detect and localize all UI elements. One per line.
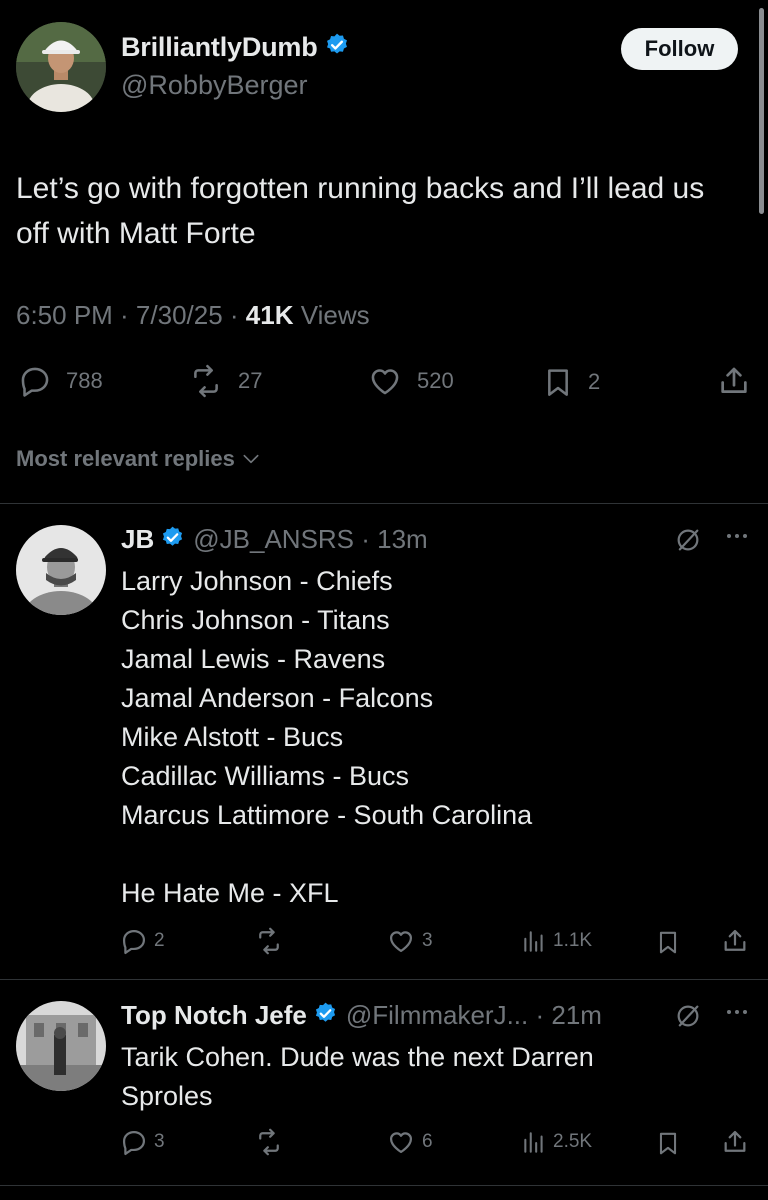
views-icon <box>524 1132 543 1153</box>
share-button[interactable] <box>721 1128 749 1156</box>
author-avatar[interactable] <box>16 22 106 112</box>
views-count: 2.5K <box>553 1131 593 1152</box>
share-icon <box>721 367 747 393</box>
main-tweet: BrilliantlyDumb @RobbyBerger Follow Let’… <box>0 0 768 503</box>
reply-count: 2 <box>154 930 165 951</box>
verified-badge-icon <box>324 32 350 63</box>
reply-button[interactable]: 2 <box>120 927 165 955</box>
grok-icon[interactable] <box>674 526 702 559</box>
author-name-row[interactable]: BrilliantlyDumb <box>121 32 350 63</box>
views-icon <box>524 931 543 952</box>
reply-avatar[interactable] <box>16 1001 106 1091</box>
like-count: 520 <box>417 368 454 393</box>
reply-handle-time[interactable]: @FilmmakerJ... · 21m <box>346 1000 602 1031</box>
bookmark-button[interactable] <box>655 927 681 957</box>
views-button[interactable]: 1.1K <box>521 927 592 955</box>
like-button[interactable]: 3 <box>386 927 433 955</box>
chevron-down-icon <box>243 454 259 464</box>
repost-button[interactable]: 27 <box>188 364 262 398</box>
reply-item[interactable]: Top Notch Jefe @FilmmakerJ... · 21m Tari… <box>0 980 768 1185</box>
tweet-actions: 788 27 520 2 <box>0 362 768 402</box>
repost-icon <box>194 364 218 398</box>
bookmark-button[interactable] <box>655 1128 681 1158</box>
reply-icon <box>122 929 146 955</box>
repost-icon <box>259 927 279 955</box>
share-icon <box>724 1130 746 1152</box>
share-button[interactable] <box>717 364 751 398</box>
reply-header: JB @JB_ANSRS · 13m <box>121 524 428 555</box>
author-display-name[interactable]: BrilliantlyDumb <box>121 32 318 63</box>
bookmark-icon <box>548 369 568 396</box>
views-count: 1.1K <box>553 930 593 951</box>
views-label: Views <box>293 300 370 330</box>
repost-count: 27 <box>238 368 263 393</box>
reply-header: Top Notch Jefe @FilmmakerJ... · 21m <box>121 1000 602 1031</box>
bookmark-icon <box>659 1132 677 1155</box>
reply-count: 788 <box>66 368 103 393</box>
reply-handle-time[interactable]: @JB_ANSRS · 13m <box>193 524 427 555</box>
like-icon <box>371 369 399 395</box>
reply-icon <box>21 367 49 397</box>
tweet-text: Let’s go with forgotten running backs an… <box>16 172 705 250</box>
verified-badge-icon <box>160 525 185 555</box>
more-icon[interactable] <box>724 526 750 552</box>
reply-icon <box>122 1130 146 1156</box>
bookmark-icon <box>659 931 677 954</box>
reply-count: 3 <box>154 1131 165 1152</box>
follow-button[interactable]: Follow <box>621 28 738 70</box>
reply-sort-label: Most relevant replies <box>16 446 235 471</box>
reply-button[interactable]: 788 <box>18 364 103 398</box>
verified-badge-icon <box>313 1001 338 1031</box>
reply-item[interactable]: JB @JB_ANSRS · 13m Larry Johnson - Chief… <box>0 504 768 979</box>
reply-avatar[interactable] <box>16 525 106 615</box>
like-icon <box>389 931 413 953</box>
grok-icon[interactable] <box>674 1002 702 1035</box>
reply-text: Tarik Cohen. Dude was the next Darren Sp… <box>121 1042 594 1111</box>
like-icon <box>389 1132 413 1154</box>
divider <box>0 1185 768 1186</box>
repost-icon <box>259 1128 279 1156</box>
views-button[interactable]: 2.5K <box>521 1128 592 1156</box>
author-handle[interactable]: @RobbyBerger <box>121 70 308 101</box>
like-button[interactable]: 520 <box>367 364 454 398</box>
more-icon[interactable] <box>724 1002 750 1028</box>
tweet-meta: 6:50 PM · 7/30/25 · 41K Views <box>16 300 370 331</box>
like-button[interactable]: 6 <box>386 1128 433 1156</box>
reply-display-name[interactable]: Top Notch Jefe <box>121 1000 307 1031</box>
reply-actions: 3 6 2.5K <box>0 1126 768 1160</box>
share-button[interactable] <box>721 927 749 955</box>
reply-button[interactable]: 3 <box>120 1128 165 1156</box>
tweet-timestamp[interactable]: 6:50 PM · 7/30/25 · <box>16 300 246 330</box>
bookmark-count: 2 <box>588 369 601 394</box>
reply-sort-selector[interactable]: Most relevant replies <box>16 446 261 472</box>
views-count: 41K <box>245 300 294 330</box>
like-count: 3 <box>422 930 433 951</box>
share-icon <box>724 929 746 951</box>
reply-text: Larry Johnson - Chiefs Chris Johnson - T… <box>121 566 533 908</box>
repost-button[interactable] <box>254 1128 284 1156</box>
reply-display-name[interactable]: JB <box>121 524 154 555</box>
bookmark-button[interactable]: 2 <box>542 364 600 400</box>
repost-button[interactable] <box>254 927 284 955</box>
like-count: 6 <box>422 1131 433 1152</box>
reply-actions: 2 3 1.1K <box>0 925 768 959</box>
